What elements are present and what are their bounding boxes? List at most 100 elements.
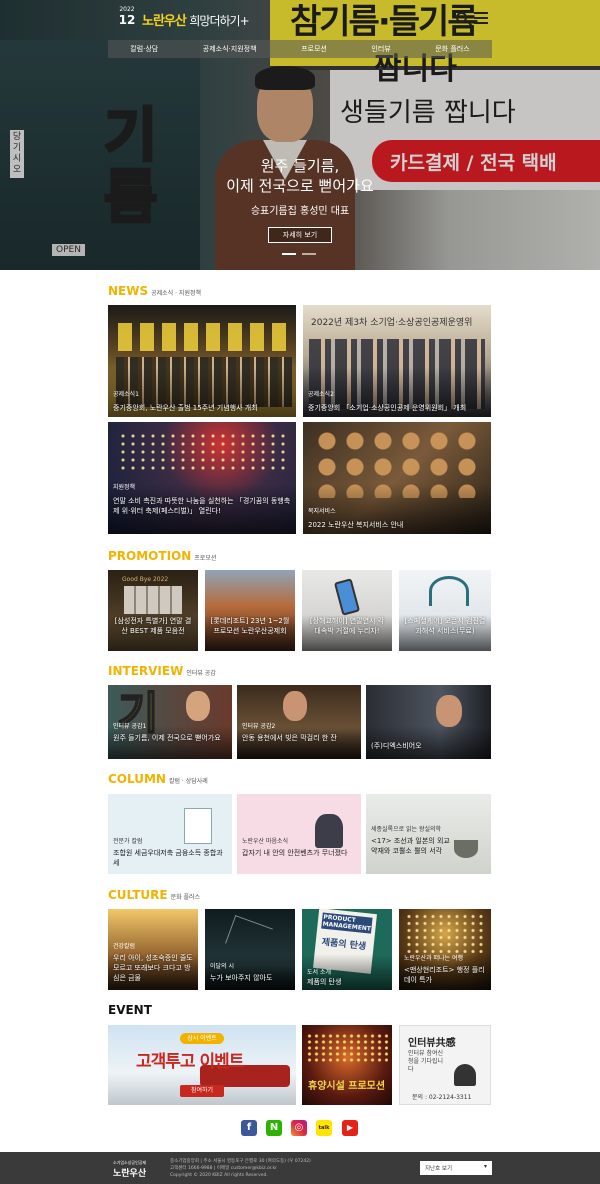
- hero-subtitle: 승표기름집 홍성민 대표: [250, 206, 350, 217]
- hero-pager-dot-1[interactable]: [282, 253, 296, 255]
- hero-headline-2: 이제 전국으로 뻗어가요: [226, 177, 374, 195]
- news-card-category: 공제소식2: [308, 391, 334, 398]
- promotion-card[interactable]: [스페셜케어] 오픈시 검진결과해석 서비스(무료): [399, 570, 491, 651]
- issue-month: 12: [118, 13, 136, 27]
- news-card[interactable]: 2022년 제3차 소기업·소상공인공제운영위 공제소식2 중기중앙회 「소기업…: [303, 305, 491, 417]
- news-card-title: 중기중앙회 「소기업·소상공인공제 운영위원회」 개최: [308, 404, 467, 412]
- event-card-lights: [306, 1033, 388, 1063]
- footer-logo[interactable]: 소기업소상공인공제 노란우산: [113, 1160, 146, 1179]
- footer-logo-text: 노란우산: [113, 1169, 147, 1179]
- column-card[interactable]: 세종실록으로 읽는 왕실의학 <17> 조선과 일본의 외교 약재와 코뿔소 뿔…: [366, 794, 491, 874]
- interview-card[interactable]: (주)디엑스비어오: [366, 685, 491, 759]
- hamburger-menu-icon[interactable]: [474, 12, 488, 26]
- promotion-card[interactable]: Good Bye 2022 [삼성전자 특별가] 연말 결산 BEST 제품 모…: [108, 570, 198, 651]
- document-icon: [184, 808, 212, 844]
- interview-card-title: 안동 용천에서 빚은 막걸리 한 잔: [242, 734, 337, 742]
- interview-card-category: 인터뷰 공감2: [242, 723, 276, 730]
- nav-item-culture[interactable]: 문화 플러스: [435, 44, 469, 54]
- column-card-category: 전문가 칼럼: [113, 838, 143, 845]
- news-card-umbrellas: [118, 323, 288, 351]
- promotion-card-badge: Good Bye 2022: [122, 576, 169, 583]
- column-card[interactable]: 전문가 칼럼 조합원 세금우대저축 금융소득 종합과세: [108, 794, 232, 874]
- event-card[interactable]: 상시 이벤트 고객투고 이벤트 참여하기: [108, 1025, 296, 1105]
- culture-card[interactable]: 이달의 시 누가 보아주지 않아도: [205, 909, 295, 990]
- page: 참기름·들기름 짭니다 생들기름 짭니다 카드결제 / 전국 택배 당기시오 O…: [0, 0, 600, 1184]
- culture-card-title: 우리 아이, 성조숙증인 줄도 모르고 또래보다 크다고 방심은 금물: [113, 954, 193, 982]
- event-title: EVENT: [108, 1003, 152, 1017]
- hero-pager-dot-2[interactable]: [302, 253, 316, 255]
- news-card-title: 중기중앙회, 노란우산 출범 15주년 기념행사 개최: [113, 404, 258, 412]
- top-bar: 2022 12 노란우산 희망더하기+: [0, 0, 600, 40]
- interview-card-face: [186, 691, 210, 721]
- culture-card[interactable]: PRODUCT MANAGEMENT 제품의 탄생 도서 소개 제품의 탄생: [302, 909, 392, 990]
- culture-card-title: 제품의 탄생: [307, 978, 342, 986]
- interview-card-title: (주)디엑스비어오: [371, 742, 422, 750]
- column-card[interactable]: 노란우산 마음소식 갑자기 내 안의 안전벤츠가 무너졌다: [237, 794, 361, 874]
- event-card-title: 휴양시설 프로모션: [308, 1081, 386, 1092]
- footer-contact: 고객센터 1666-9988 | 이메일 customer@kbiz.or.kr: [170, 1166, 278, 1171]
- brand-logo[interactable]: 노란우산 희망더하기+: [142, 10, 250, 29]
- hero-banner[interactable]: 참기름·들기름 짭니다 생들기름 짭니다 카드결제 / 전국 택배 당기시오 O…: [0, 0, 600, 270]
- interview-subtitle: 인터뷰 공감: [186, 670, 216, 677]
- search-icon[interactable]: [456, 12, 467, 23]
- column-card-title: 조합원 세금우대저축 금융소득 종합과세: [113, 849, 223, 867]
- interview-section-title: INTERVIEW 인터뷰 공감: [108, 664, 216, 678]
- past-issues-select[interactable]: 지난호 보기: [420, 1161, 492, 1175]
- event-card[interactable]: 휴양시설 프로모션: [302, 1025, 392, 1105]
- news-card-category: 복지서비스: [308, 508, 336, 515]
- promotion-title: PROMOTION: [108, 549, 192, 563]
- culture-section-title: CULTURE 문화 플러스: [108, 888, 200, 902]
- news-card-title: 2022 노란우산 복지서비스 안내: [308, 521, 404, 529]
- culture-card-category: 건강칼럼: [113, 943, 136, 950]
- column-card-title: <17> 조선과 일본의 외교 약재와 코뿔소 뿔의 서각: [371, 837, 450, 855]
- culture-card-title: <맨상현리조트> 행정 플리데이 특가: [404, 966, 485, 984]
- news-card-banner: 2022년 제3차 소기업·소상공인공제운영위: [311, 318, 473, 328]
- nav-item-promotion[interactable]: 프로모션: [301, 44, 327, 54]
- sad-person-icon: [315, 814, 343, 848]
- news-card[interactable]: 복지서비스 2022 노란우산 복지서비스 안내: [303, 422, 491, 534]
- footer-copyright: Copyright © 2020 KBIZ All rights Reserve…: [170, 1173, 268, 1178]
- culture-card-lights: [405, 913, 485, 953]
- culture-card[interactable]: 건강칼럼 우리 아이, 성조숙증인 줄도 모르고 또래보다 크다고 방심은 금물: [108, 909, 198, 990]
- column-card-category: 노란우산 마음소식: [242, 838, 289, 845]
- promotion-card[interactable]: [롯데리조트] 23년 1~2월 프로모션 노란우산공제회: [205, 570, 295, 651]
- microphone-icon: [454, 1064, 476, 1086]
- hero-headline-1: 원주 들기름,: [260, 157, 340, 175]
- promotion-card[interactable]: [상해교해이] 연말연시 각 대속박 거절에 누리자!: [302, 570, 392, 651]
- nav-item-news[interactable]: 공제소식·지원정책: [203, 44, 257, 54]
- promotion-card-title: [스페셜케어] 오픈시 검진결과해석 서비스(무료): [404, 617, 486, 635]
- footer-address: 중소기업중앙회 | 주소 서울시 영등포구 은행로 30 (여의도동) (우 0…: [170, 1159, 311, 1164]
- nav-item-column[interactable]: 칼럼·상담: [130, 44, 158, 54]
- culture-card-title: 누가 보아주지 않아도: [210, 974, 273, 982]
- news-card-lights: [118, 432, 288, 472]
- news-section-title: NEWS 공제소식 · 지원정책: [108, 284, 201, 298]
- column-subtitle: 칼럼 · 상담사례: [168, 778, 208, 785]
- issue-year: 2022: [119, 6, 135, 13]
- kakaotalk-icon[interactable]: talk: [316, 1120, 332, 1136]
- column-section-title: COLUMN 칼럼 · 상담사례: [108, 772, 208, 786]
- naver-icon[interactable]: N: [266, 1120, 282, 1136]
- interview-card[interactable]: 기 인터뷰 공감1 원주 들기름, 이제 전국으로 뻗어가요: [108, 685, 232, 759]
- interview-card-title: 원주 들기름, 이제 전국으로 뻗어가요: [113, 734, 221, 742]
- stethoscope-icon: [429, 576, 469, 606]
- facebook-icon[interactable]: f: [241, 1120, 257, 1136]
- culture-subtitle: 문화 플러스: [170, 894, 201, 901]
- hero-caption: 원주 들기름, 이제 전국으로 뻗어가요 승표기름집 홍성민 대표: [180, 157, 420, 217]
- culture-title: CULTURE: [108, 888, 168, 902]
- event-card[interactable]: 인터뷰共感 인터뷰 참여신청을 기다립니다 문의 : 02-2124-3311: [399, 1025, 491, 1105]
- youtube-icon[interactable]: ▶: [342, 1120, 358, 1136]
- event-section-title: EVENT: [108, 1003, 152, 1017]
- promotion-subtitle: 프로모션: [194, 555, 217, 562]
- promotion-card-title: [삼성전자 특별가] 연말 결산 BEST 제품 모음전: [114, 617, 192, 635]
- interview-card[interactable]: 인터뷰 공감2 안동 용천에서 빚은 막걸리 한 잔: [237, 685, 361, 759]
- culture-card[interactable]: 노란우산과 떠나는 여행 <맨상현리조트> 행정 플리데이 특가: [399, 909, 491, 990]
- event-join-button[interactable]: 참여하기: [180, 1085, 224, 1097]
- nav-item-interview[interactable]: 인터뷰: [371, 44, 390, 54]
- column-title: COLUMN: [108, 772, 166, 786]
- news-card[interactable]: 공제소식1 중기중앙회, 노란우산 출범 15주년 기념행사 개최: [108, 305, 296, 417]
- issue-date: 2022 12: [116, 6, 138, 27]
- event-badge: 상시 이벤트: [180, 1033, 224, 1044]
- hero-more-button[interactable]: 자세히 보기: [268, 227, 332, 243]
- instagram-icon[interactable]: ◎: [291, 1120, 307, 1136]
- news-card[interactable]: 지원정책 연말 소비 촉진과 따뜻한 나눔을 실천하는 「경기꿈의 동행축제 위…: [108, 422, 296, 534]
